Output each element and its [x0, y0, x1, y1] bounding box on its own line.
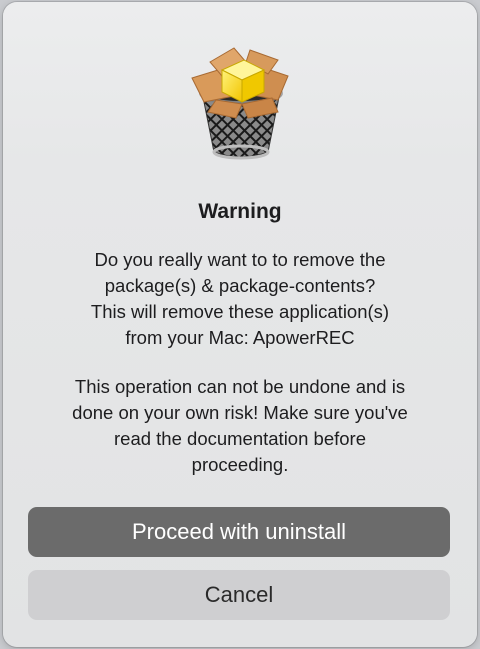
message-line: This will remove these application(s)	[90, 301, 390, 322]
warning-line: done on your own risk! Make sure you've	[72, 402, 408, 423]
message-line: from your Mac: ApowerREC	[125, 327, 355, 348]
message-line: package(s) & package-contents?	[104, 275, 376, 296]
dialog-message: Do you really want to to remove the pack…	[33, 247, 447, 351]
message-line: Do you really want to to remove the	[94, 249, 386, 270]
warning-line: read the documentation before	[114, 428, 366, 449]
dialog-title: Warning	[198, 200, 282, 223]
warning-line: proceeding.	[191, 454, 289, 475]
trash-box-icon	[188, 40, 294, 162]
dialog-warning: This operation can not be undone and is …	[33, 374, 447, 478]
cancel-button[interactable]: Cancel	[28, 570, 450, 620]
proceed-uninstall-button[interactable]: Proceed with uninstall	[28, 507, 450, 557]
warning-line: This operation can not be undone and is	[74, 376, 406, 397]
uninstall-dialog: Warning Do you really want to to remove …	[3, 2, 477, 647]
